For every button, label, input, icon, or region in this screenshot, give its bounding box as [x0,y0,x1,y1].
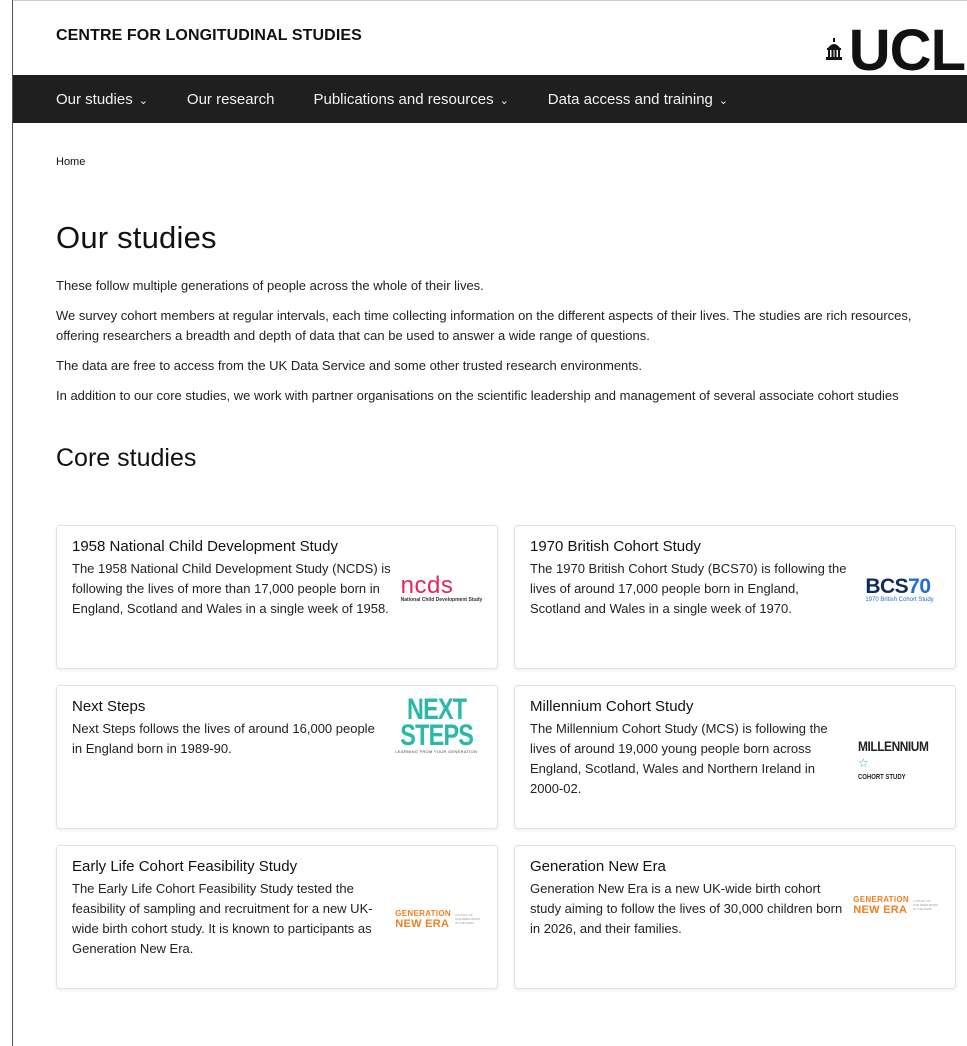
ucl-logo[interactable]: UCL [825,18,966,83]
section-title: Core studies [56,444,197,472]
mcs-logo: MILLENNIUM☆ COHORT STUDY [858,738,941,781]
gne-logo-tagline: A STUDY OF CHILDREN BORN IN THE 2020s [455,913,480,925]
page-title: Our studies [56,220,217,255]
study-cards-grid: 1958 National Child Development Study Th… [56,525,956,989]
study-card-bcs70[interactable]: 1970 British Cohort Study The 1970 Briti… [514,525,956,669]
ncds-logo: ncds National Child Development Study [400,572,483,604]
gne-logo-word2: NEW ERA [395,918,450,930]
study-card-mcs[interactable]: Millennium Cohort Study The Millennium C… [514,685,956,829]
bcs70-logo-subtext: 1970 British Cohort Study [865,596,934,603]
breadcrumb-home-link[interactable]: Home [56,156,85,168]
intro-paragraph: The data are free to access from the UK … [56,358,643,373]
nav-label: Publications and resources [313,90,494,108]
chevron-down-icon: ⌄ [499,94,509,107]
card-description: The Millennium Cohort Study (MCS) is fol… [530,721,828,796]
main-nav: Our studies ⌄ Our research Publications … [13,75,967,123]
card-title[interactable]: 1970 British Cohort Study [530,538,941,555]
card-description: Next Steps follows the lives of around 1… [72,721,375,756]
study-card-next-steps[interactable]: Next Steps Next Steps follows the lives … [56,685,498,829]
mcs-logo-text: MILLENNIUM [858,737,929,754]
nav-label: Data access and training [547,90,713,108]
card-body: Generation New Era is a new UK-wide birt… [530,879,941,939]
gne-logo-words: GENERATION NEW ERA [395,909,451,930]
study-card-early-life[interactable]: Early Life Cohort Feasibility Study The … [56,845,498,989]
card-logo: GENERATION NEW ERA A STUDY OF CHILDREN B… [845,895,941,916]
chevron-down-icon: ⌄ [718,94,729,107]
site-name[interactable]: CENTRE FOR LONGITUDINAL STUDIES [56,27,362,45]
page-frame: CENTRE FOR LONGITUDINAL STUDIES UCL Our … [12,0,967,1046]
card-title[interactable]: Early Life Cohort Feasibility Study [72,858,483,875]
card-description: The 1970 British Cohort Study (BCS70) is… [530,561,847,616]
next-steps-logo-line2: STEPS [399,719,474,752]
star-icon: ☆ [858,755,869,770]
card-title[interactable]: Generation New Era [530,858,941,875]
ncds-logo-subtext: National Child Development Study [400,597,483,603]
site-header: CENTRE FOR LONGITUDINAL STUDIES UCL [13,0,967,83]
intro-text: These follow multiple generations of peo… [56,276,955,406]
nav-label: Our research [186,90,275,108]
gne-logo-words: GENERATION NEW ERA [853,895,909,916]
nav-our-studies[interactable]: Our studies ⌄ [56,91,148,108]
portico-icon [825,38,842,60]
card-description: Generation New Era is a new UK-wide birt… [530,881,843,936]
ucl-logo-text: UCL [848,18,966,83]
nav-our-research[interactable]: Our research [187,91,275,108]
intro-paragraph: These follow multiple generations of peo… [56,278,484,293]
nav-publications-and-resources[interactable]: Publications and resources ⌄ [313,91,508,108]
card-body: The Millennium Cohort Study (MCS) is fol… [530,719,941,799]
next-steps-logo: NEXT STEPS LEARNING FROM YOUR GENERATION [390,695,483,755]
card-description: The 1958 National Child Development Stud… [72,561,391,616]
card-logo: BCS70 1970 British Cohort Study [850,576,941,603]
card-body: The 1958 National Child Development Stud… [72,559,483,619]
card-logo: MILLENNIUM☆ COHORT STUDY [850,738,941,781]
card-title[interactable]: Millennium Cohort Study [530,698,941,715]
intro-paragraph: We survey cohort members at regular inte… [56,308,912,343]
gne-logo-word2: NEW ERA [853,904,908,916]
card-description: The Early Life Cohort Feasibility Study … [72,881,373,956]
nav-data-access-and-training[interactable]: Data access and training ⌄ [548,91,728,108]
card-body: The 1970 British Cohort Study (BCS70) is… [530,559,941,619]
intro-paragraph: In addition to our core studies, we work… [56,388,899,403]
card-title[interactable]: 1958 National Child Development Study [72,538,483,555]
breadcrumb: Home [56,156,955,168]
mcs-logo-subtext: COHORT STUDY [858,773,906,781]
generation-new-era-logo: GENERATION NEW ERA A STUDY OF CHILDREN B… [853,895,941,916]
bcs-text: BCS [865,574,909,598]
main-content: Home Our studies These follow multiple g… [13,156,967,989]
chevron-down-icon: ⌄ [138,94,148,107]
card-logo: GENERATION NEW ERA A STUDY OF CHILDREN B… [387,909,483,930]
card-logo: NEXT STEPS LEARNING FROM YOUR GENERATION [382,695,483,755]
study-card-ncds[interactable]: 1958 National Child Development Study Th… [56,525,498,669]
card-body: Next Steps follows the lives of around 1… [72,695,483,759]
nav-label: Our studies [56,90,133,108]
generation-new-era-logo: GENERATION NEW ERA A STUDY OF CHILDREN B… [395,909,483,930]
gne-logo-tagline: A STUDY OF CHILDREN BORN IN THE 2020s [913,899,938,911]
bcs70-logo-text: BCS70 [865,576,933,597]
card-logo: ncds National Child Development Study [392,572,483,604]
ncds-logo-text: ncds [400,572,454,599]
bcs70-logo: BCS70 1970 British Cohort Study [865,576,933,603]
card-body: The Early Life Cohort Feasibility Study … [72,879,483,959]
study-card-generation-new-era[interactable]: Generation New Era Generation New Era is… [514,845,956,989]
bcs-70-text: 70 [908,574,931,598]
